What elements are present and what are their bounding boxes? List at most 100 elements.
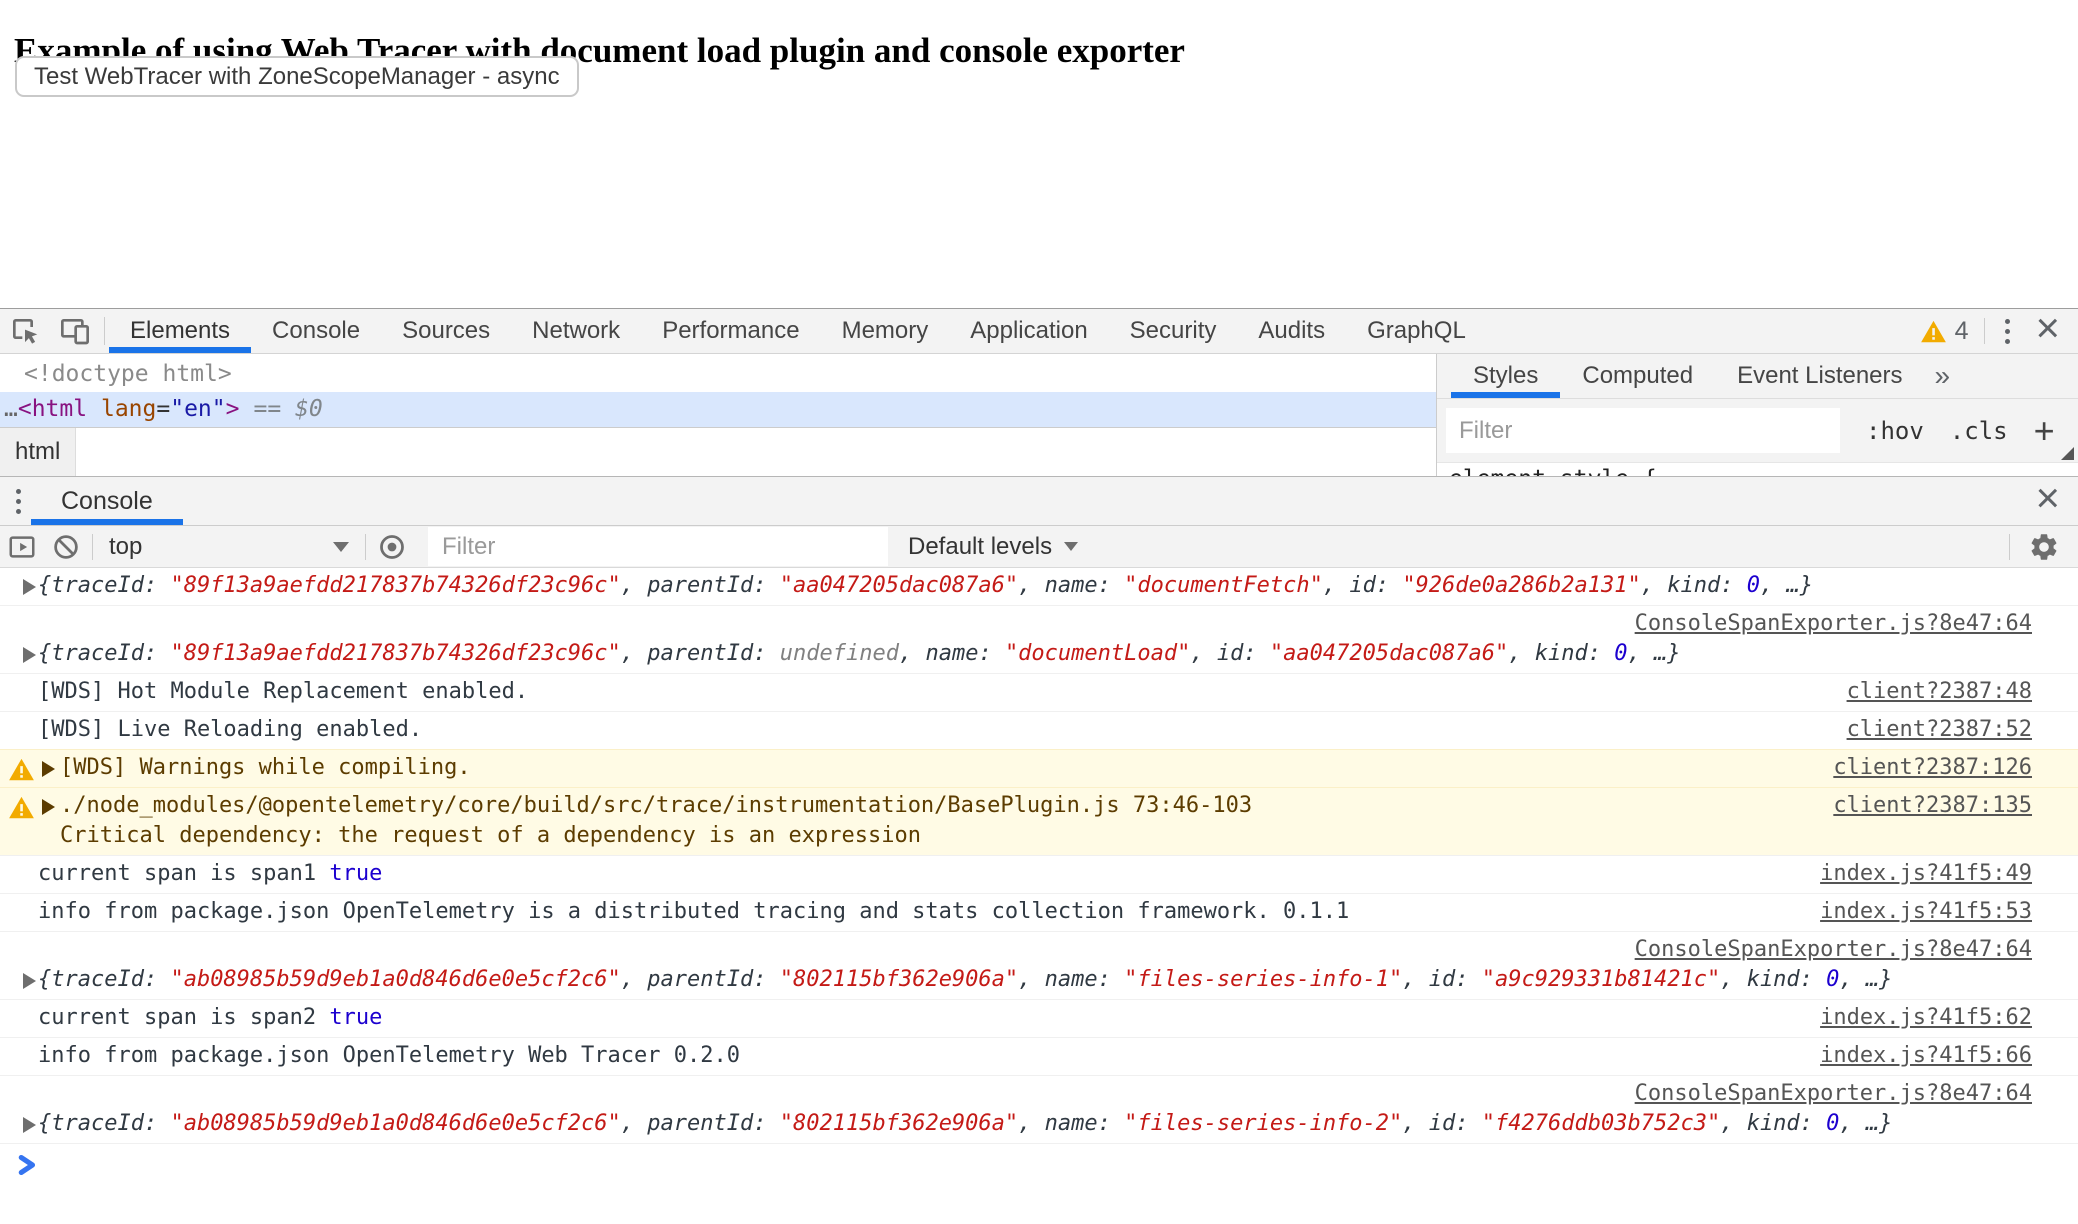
toggle-hover-state-button[interactable]: :hov (1866, 417, 1924, 445)
styles-tab-styles[interactable]: Styles (1451, 354, 1560, 398)
toolbar-divider (104, 317, 105, 345)
source-link[interactable]: client?2387:48 (1807, 677, 2032, 707)
tab-memory[interactable]: Memory (821, 309, 950, 353)
javascript-context-dropdown[interactable]: top (97, 533, 361, 561)
console-line: {traceId: "ab08985b59d9eb1a0d846d6e0e5cf… (0, 965, 2032, 995)
tab-audits[interactable]: Audits (1237, 309, 1346, 353)
expand-caret-icon[interactable] (23, 647, 36, 663)
new-style-rule-button[interactable]: + (2034, 413, 2055, 449)
console-settings-gear-icon[interactable] (2014, 531, 2078, 563)
chevron-down-icon (333, 542, 349, 552)
source-link[interactable]: ConsoleSpanExporter.js?8e47:64 (1635, 935, 2032, 965)
tab-console[interactable]: Console (251, 309, 381, 353)
console-prompt-icon (16, 1153, 40, 1177)
expand-caret-icon[interactable] (23, 973, 36, 989)
tab-performance[interactable]: Performance (641, 309, 820, 353)
source-link[interactable]: index.js?41f5:49 (1780, 859, 2032, 889)
breadcrumb: html (0, 427, 1436, 476)
message-text: {traceId: "ab08985b59d9eb1a0d846d6e0e5cf… (38, 965, 1892, 995)
message-text: {traceId: "89f13a9aefdd217837b74326df23c… (38, 639, 1680, 669)
screen: Example of using Web Tracer with documen… (0, 0, 2078, 1224)
inspect-element-icon[interactable] (0, 309, 50, 353)
source-link[interactable]: client?2387:135 (1793, 791, 2032, 821)
device-toolbar-icon[interactable] (50, 309, 100, 353)
source-link[interactable]: index.js?41f5:53 (1780, 897, 2032, 927)
live-expression-eye-icon[interactable] (370, 532, 414, 562)
console-prompt[interactable] (0, 1144, 2078, 1187)
source-link[interactable]: ConsoleSpanExporter.js?8e47:64 (1635, 1079, 2032, 1109)
console-message: current span is span1 true index.js?41f5:… (0, 855, 2078, 893)
toolbar-divider (365, 534, 366, 560)
expand-caret-icon[interactable] (23, 1117, 36, 1133)
warning-triangle-icon (1920, 319, 1947, 344)
console-line: [WDS] Warnings while compiling.client?23… (0, 753, 2032, 783)
tab-application[interactable]: Application (949, 309, 1108, 353)
styles-tab-strip: StylesComputedEvent Listeners (1451, 354, 1925, 398)
tab-graphql[interactable]: GraphQL (1346, 309, 1487, 353)
devtools-panel: ElementsConsoleSourcesNetworkPerformance… (0, 308, 2078, 1224)
styles-tab-computed[interactable]: Computed (1560, 354, 1715, 398)
expand-caret-icon[interactable] (23, 579, 36, 595)
elements-styles-split: <!doctype html> …<html lang="en">== $0 h… (0, 354, 2078, 476)
close-drawer-icon[interactable]: × (2027, 477, 2078, 525)
expand-caret-icon[interactable] (42, 799, 55, 815)
styles-filter-row: :hov .cls + (1437, 398, 2078, 462)
source-link[interactable]: index.js?41f5:66 (1780, 1041, 2032, 1071)
console-message: info from package.json OpenTelemetry is … (0, 893, 2078, 931)
console-drawer-tab[interactable]: Console (31, 477, 183, 525)
drawer-menu-icon[interactable] (0, 477, 31, 525)
console-messages: {traceId: "89f13a9aefdd217837b74326df23c… (0, 568, 2078, 1224)
styles-filter-input[interactable] (1446, 408, 1840, 453)
console-line: [WDS] Live Reloading enabled.client?2387… (0, 715, 2032, 745)
console-line: info from package.json OpenTelemetry is … (0, 897, 2032, 927)
console-filter-input[interactable] (428, 527, 888, 566)
source-link[interactable]: client?2387:126 (1793, 753, 2032, 783)
drawer-header: Console × (0, 477, 2078, 525)
console-toolbar: top Default levels (0, 525, 2078, 568)
tabbar-right: 4 × (1920, 309, 2078, 353)
message-text: current span is span2 true (38, 1003, 382, 1033)
console-message: info from package.json OpenTelemetry Web… (0, 1037, 2078, 1075)
more-options-icon[interactable] (1987, 319, 2027, 344)
test-webtracer-button[interactable]: Test WebTracer with ZoneScopeManager - a… (15, 56, 579, 97)
styles-tab-event-listeners[interactable]: Event Listeners (1715, 354, 1924, 398)
console-sidebar-toggle-icon[interactable] (0, 532, 44, 562)
clear-console-icon[interactable] (44, 532, 88, 562)
message-text: current span is span1 true (38, 859, 382, 889)
tab-sources[interactable]: Sources (381, 309, 511, 353)
message-text: [WDS] Hot Module Replacement enabled. (38, 677, 528, 707)
dollar-zero-hint: == $0 (254, 396, 323, 422)
console-line: ./node_modules/@opentelemetry/core/build… (0, 791, 2032, 821)
style-rules-clipped: element.style { (1437, 462, 2078, 476)
chevron-down-icon (1064, 542, 1078, 551)
toggle-class-button[interactable]: .cls (1950, 417, 2008, 445)
warnings-badge[interactable]: 4 (1920, 317, 1969, 346)
console-line: {traceId: "89f13a9aefdd217837b74326df23c… (0, 571, 2032, 601)
message-text: Critical dependency: the request of a de… (60, 821, 921, 851)
console-line: ConsoleSpanExporter.js?8e47:64 (0, 609, 2032, 639)
console-line: {traceId: "89f13a9aefdd217837b74326df23c… (0, 639, 2032, 669)
console-message: current span is span2 true index.js?41f5:… (0, 999, 2078, 1037)
close-devtools-icon[interactable]: × (2027, 307, 2078, 355)
toolbar-divider (2009, 534, 2010, 560)
web-page-area: Example of using Web Tracer with documen… (0, 0, 2078, 308)
tab-overflow-icon[interactable]: » (1925, 354, 1961, 398)
pane-resizer[interactable] (2061, 447, 2074, 460)
source-link[interactable]: ConsoleSpanExporter.js?8e47:64 (1635, 609, 2032, 639)
elements-panel: <!doctype html> …<html lang="en">== $0 h… (0, 354, 1437, 476)
log-levels-dropdown[interactable]: Default levels (908, 533, 1078, 561)
html-node-selected[interactable]: …<html lang="en">== $0 (0, 392, 1436, 427)
tab-elements[interactable]: Elements (109, 309, 251, 353)
warning-icon (8, 757, 35, 782)
tab-security[interactable]: Security (1109, 309, 1238, 353)
source-link[interactable]: client?2387:52 (1807, 715, 2032, 745)
dom-tree: <!doctype html> …<html lang="en">== $0 (0, 354, 1436, 427)
console-line: current span is span1 true index.js?41f5:… (0, 859, 2032, 889)
console-line: current span is span2 true index.js?41f5:… (0, 1003, 2032, 1033)
console-line: [WDS] Hot Module Replacement enabled. cli… (0, 677, 2032, 707)
breadcrumb-html[interactable]: html (0, 428, 76, 476)
source-link[interactable]: index.js?41f5:62 (1780, 1003, 2032, 1033)
tab-network[interactable]: Network (511, 309, 641, 353)
doctype-node[interactable]: <!doctype html> (0, 357, 1436, 392)
expand-caret-icon[interactable] (42, 761, 55, 777)
